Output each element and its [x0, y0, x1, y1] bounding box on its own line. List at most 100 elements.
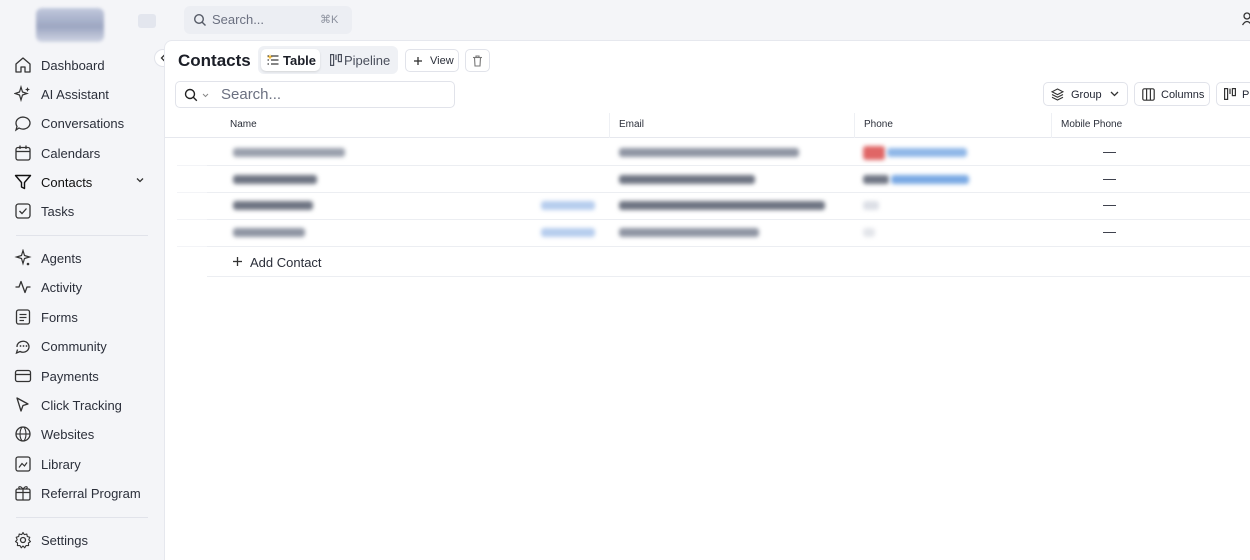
sidebar: Dashboard AI Assistant Conversations Calend… [0, 40, 164, 560]
row-select-cell[interactable] [177, 220, 207, 247]
contact-email-redacted [619, 201, 825, 210]
add-view-button[interactable]: View [405, 49, 459, 72]
contact-email-redacted [619, 148, 799, 157]
user-icon[interactable] [1242, 12, 1250, 26]
column-divider [1051, 113, 1052, 138]
top-bar: Search... ⌘K [0, 0, 1250, 42]
sidebar-item-websites[interactable]: Websites [8, 421, 156, 447]
column-header-email[interactable]: Email [619, 119, 644, 130]
sidebar-item-tasks[interactable]: Tasks [8, 198, 156, 224]
mobile-phone-cell: — [1103, 224, 1116, 239]
add-contact-button[interactable]: Add Contact [207, 247, 1250, 277]
kanban-icon [330, 54, 342, 66]
sidebar-item-activity[interactable]: Activity [8, 274, 156, 300]
pin-button[interactable]: Pi [1216, 82, 1250, 106]
sidebar-item-contacts[interactable]: Contacts [8, 169, 156, 195]
sidebar-item-click-tracking[interactable]: Click Tracking [8, 392, 156, 418]
pin-label: Pi [1242, 89, 1250, 101]
column-header-mobile-phone[interactable]: Mobile Phone [1061, 119, 1122, 130]
sidebar-item-library[interactable]: Library [8, 451, 156, 477]
sidebar-item-label: Dashboard [41, 58, 105, 73]
main-panel: Contacts Table Pipeline View Search... G… [164, 40, 1250, 560]
column-header-phone[interactable]: Phone [864, 119, 893, 130]
referral-icon [15, 486, 31, 501]
sidebar-item-label: Payments [41, 369, 99, 384]
delete-view-button[interactable] [465, 49, 490, 72]
table-row[interactable]: — [207, 220, 1250, 247]
tab-pipeline-label: Pipeline [344, 53, 391, 68]
sidebar-item-label: Activity [41, 280, 83, 295]
sidebar-item-dashboard[interactable]: Dashboard [8, 52, 156, 78]
chevron-down-icon[interactable] [135, 175, 145, 185]
search-icon [193, 13, 206, 26]
trash-icon [473, 55, 482, 67]
plus-icon [233, 257, 242, 266]
sidebar-divider [16, 517, 148, 518]
app-logo[interactable] [36, 8, 104, 42]
plus-icon [414, 57, 422, 65]
contact-name-redacted [233, 148, 345, 157]
add-contact-label: Add Contact [250, 255, 322, 270]
globe-icon [15, 426, 31, 442]
activity-icon [15, 280, 31, 294]
columns-button[interactable]: Columns [1134, 82, 1210, 106]
form-icon [15, 309, 31, 325]
column-divider [854, 113, 855, 138]
community-icon [15, 340, 30, 355]
sidebar-item-referral-program[interactable]: Referral Program [8, 480, 156, 506]
sidebar-item-calendars[interactable]: Calendars [8, 140, 156, 166]
mobile-phone-cell: — [1103, 197, 1116, 212]
sidebar-item-label: AI Assistant [41, 87, 109, 102]
contact-phone-redacted [891, 175, 969, 184]
page-title: Contacts [178, 51, 251, 70]
calendar-icon [15, 145, 31, 161]
sidebar-item-label: Calendars [41, 146, 101, 161]
sidebar-item-payments[interactable]: Payments [8, 363, 156, 389]
table-row[interactable]: — [207, 166, 1250, 193]
phone-flag-redacted [863, 146, 885, 160]
tab-pipeline[interactable]: Pipeline [324, 49, 396, 71]
contact-phone-redacted [887, 148, 967, 157]
chevron-down-icon[interactable] [202, 93, 209, 98]
add-view-label: View [430, 55, 454, 67]
sidebar-item-ai-assistant[interactable]: AI Assistant [8, 81, 156, 107]
sidebar-item-label: Websites [41, 427, 95, 442]
sidebar-item-label: Referral Program [41, 486, 141, 501]
global-search[interactable]: Search... ⌘K [184, 6, 352, 34]
group-button[interactable]: Group [1043, 82, 1128, 106]
table-header: Name Email Phone Mobile Phone [165, 113, 1250, 138]
sidebar-item-label: Agents [41, 251, 82, 266]
contact-name-redacted [233, 201, 313, 210]
row-select-cell[interactable] [177, 193, 207, 220]
mobile-phone-cell: — [1103, 144, 1116, 159]
sidebar-item-forms[interactable]: Forms [8, 304, 156, 330]
sidebar-item-conversations[interactable]: Conversations [8, 110, 156, 136]
table-row[interactable]: — [207, 193, 1250, 220]
sidebar-item-label: Click Tracking [41, 398, 122, 413]
sidebar-divider [16, 235, 148, 236]
sidebar-item-settings[interactable]: Settings [8, 527, 156, 553]
kanban-icon [1224, 88, 1236, 100]
contact-name-redacted [233, 175, 317, 184]
sidebar-item-label: Community [41, 339, 107, 354]
tab-table[interactable]: Table [261, 49, 320, 71]
tab-table-label: Table [283, 53, 316, 68]
row-select-cell[interactable] [177, 166, 207, 193]
sidebar-item-label: Contacts [41, 175, 93, 190]
sidebar-toggle-icon[interactable] [138, 14, 156, 28]
sidebar-item-community[interactable]: Community [8, 333, 156, 359]
contacts-search-placeholder: Search... [221, 86, 282, 103]
cursor-icon [16, 397, 29, 412]
sidebar-item-agents[interactable]: Agents [8, 245, 156, 271]
filter-icon [14, 174, 32, 190]
column-header-name[interactable]: Name [230, 119, 257, 130]
view-tabs: Table Pipeline [258, 46, 398, 74]
contacts-search[interactable]: Search... [175, 81, 455, 108]
table-row[interactable]: — [207, 139, 1250, 166]
global-search-placeholder: Search... [212, 12, 265, 27]
contact-name-redacted [233, 228, 305, 237]
card-icon [14, 369, 32, 383]
contact-tag-redacted [541, 201, 595, 210]
columns-label: Columns [1161, 89, 1205, 101]
row-select-cell[interactable] [177, 139, 207, 166]
